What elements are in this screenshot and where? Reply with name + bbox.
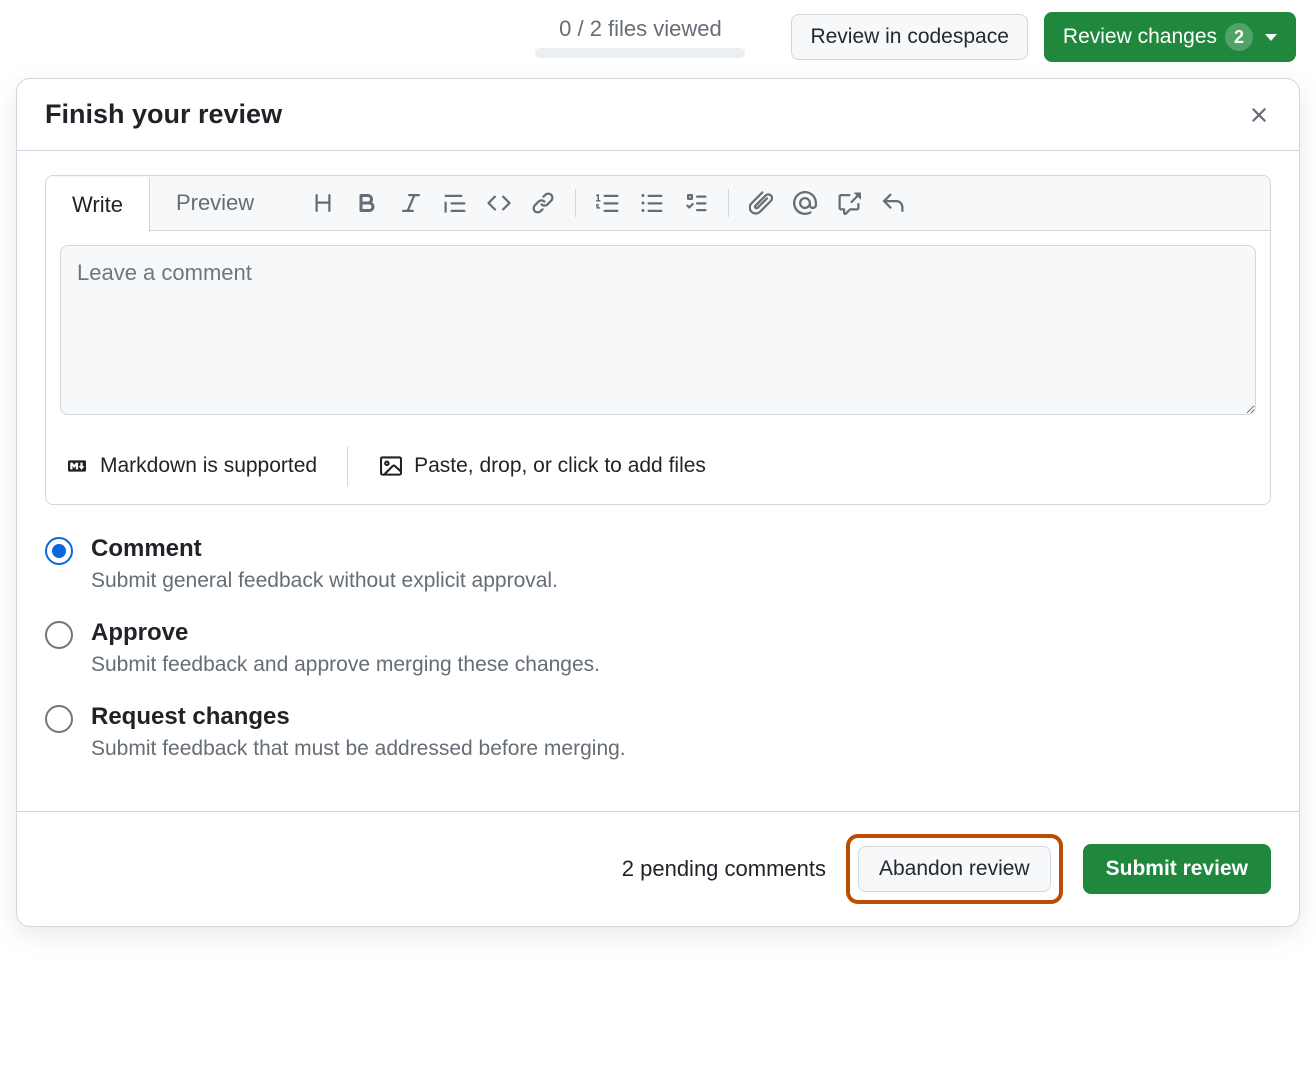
tab-preview[interactable]: Preview bbox=[150, 176, 281, 230]
link-icon[interactable] bbox=[521, 181, 565, 225]
quote-icon[interactable] bbox=[433, 181, 477, 225]
radio-comment-desc: Submit general feedback without explicit… bbox=[91, 569, 558, 593]
review-in-codespace-label: Review in codespace bbox=[810, 25, 1008, 49]
files-viewed-text: 0 / 2 files viewed bbox=[559, 16, 722, 42]
radio-comment-label: Comment bbox=[91, 535, 558, 563]
close-icon bbox=[1247, 103, 1271, 127]
abandon-review-button[interactable]: Abandon review bbox=[858, 846, 1051, 892]
attach-icon[interactable] bbox=[739, 181, 783, 225]
review-changes-button[interactable]: Review changes 2 bbox=[1044, 12, 1296, 62]
finish-review-panel: Finish your review Write Preview bbox=[16, 78, 1300, 927]
radio-approve-label: Approve bbox=[91, 619, 600, 647]
radio-approve[interactable] bbox=[45, 621, 73, 649]
mention-icon[interactable] bbox=[783, 181, 827, 225]
image-icon bbox=[378, 455, 404, 477]
upload-hint[interactable]: Paste, drop, or click to add files bbox=[378, 454, 706, 478]
radio-request-changes[interactable] bbox=[45, 705, 73, 733]
radio-approve-desc: Submit feedback and approve merging thes… bbox=[91, 653, 600, 677]
radio-comment[interactable] bbox=[45, 537, 73, 565]
toolbar-separator bbox=[575, 189, 576, 217]
unordered-list-icon[interactable] bbox=[630, 181, 674, 225]
radio-request-changes-desc: Submit feedback that must be addressed b… bbox=[91, 737, 626, 761]
heading-icon[interactable] bbox=[301, 181, 345, 225]
editor-toolbar: Write Preview bbox=[46, 176, 1270, 231]
reply-icon[interactable] bbox=[871, 181, 915, 225]
pending-comments-text: 2 pending comments bbox=[622, 856, 826, 882]
markdown-icon bbox=[64, 457, 90, 475]
ordered-list-icon[interactable] bbox=[586, 181, 630, 225]
markdown-hint-text: Markdown is supported bbox=[100, 454, 317, 478]
review-in-codespace-button[interactable]: Review in codespace bbox=[791, 14, 1027, 60]
tab-write[interactable]: Write bbox=[46, 177, 150, 232]
toolbar-separator bbox=[728, 189, 729, 217]
files-viewed-progress bbox=[535, 48, 745, 58]
markdown-hint[interactable]: Markdown is supported bbox=[64, 454, 317, 478]
close-button[interactable] bbox=[1247, 103, 1271, 127]
review-type-options: Comment Submit general feedback without … bbox=[45, 535, 1271, 761]
cross-reference-icon[interactable] bbox=[827, 181, 871, 225]
upload-hint-text: Paste, drop, or click to add files bbox=[414, 454, 706, 478]
files-viewed-indicator: 0 / 2 files viewed bbox=[535, 16, 745, 58]
task-list-icon[interactable] bbox=[674, 181, 718, 225]
bold-icon[interactable] bbox=[345, 181, 389, 225]
panel-title: Finish your review bbox=[45, 99, 282, 130]
radio-request-changes-label: Request changes bbox=[91, 703, 626, 731]
review-changes-label: Review changes bbox=[1063, 25, 1217, 49]
code-icon[interactable] bbox=[477, 181, 521, 225]
review-changes-count: 2 bbox=[1225, 23, 1253, 51]
caret-down-icon bbox=[1265, 34, 1277, 41]
comment-editor: Write Preview bbox=[45, 175, 1271, 505]
submit-review-button[interactable]: Submit review bbox=[1083, 844, 1271, 894]
italic-icon[interactable] bbox=[389, 181, 433, 225]
abandon-highlight-ring: Abandon review bbox=[846, 834, 1063, 904]
footer-separator bbox=[347, 446, 348, 486]
comment-textarea[interactable] bbox=[60, 245, 1256, 415]
